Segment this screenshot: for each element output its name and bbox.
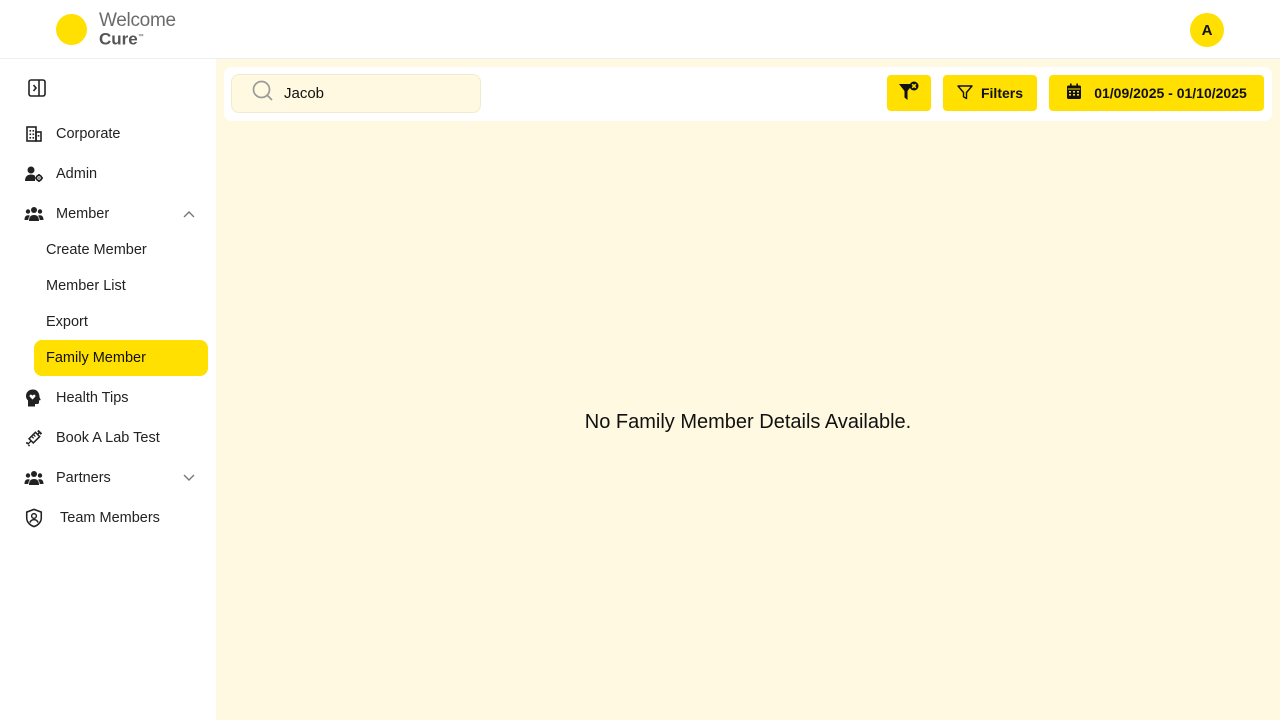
shield-user-icon xyxy=(24,508,44,528)
search-box[interactable] xyxy=(231,74,481,113)
sidebar-item-team-members[interactable]: Team Members xyxy=(24,506,160,530)
user-gear-icon xyxy=(24,164,44,184)
sidebar-item-label: Partners xyxy=(56,470,111,486)
empty-state-message: No Family Member Details Available. xyxy=(584,411,912,433)
date-range-button[interactable]: 01/09/2025 - 01/10/2025 xyxy=(1049,75,1264,111)
brand-trademark: ™ xyxy=(137,34,144,40)
user-avatar[interactable]: A xyxy=(1190,13,1224,47)
toolbar: Filters 01/09/2025 - 01/10/2025 xyxy=(224,67,1272,121)
filters-button[interactable]: Filters xyxy=(943,75,1037,111)
sidebar-subitem-export[interactable]: Export xyxy=(34,304,208,340)
calendar-icon xyxy=(1066,83,1082,103)
search-input[interactable] xyxy=(284,85,464,102)
sidebar: Corporate Admin Member Create Member Mem… xyxy=(0,59,216,720)
filter-clear-icon xyxy=(898,81,920,106)
sidebar-item-partners[interactable]: Partners xyxy=(24,466,196,490)
sidebar-subitem-member-list[interactable]: Member List xyxy=(34,268,208,304)
chevron-up-icon[interactable] xyxy=(182,207,196,221)
chevron-down-icon[interactable] xyxy=(182,471,196,485)
sidebar-subitem-create-member[interactable]: Create Member xyxy=(34,232,208,268)
sidebar-subitem-family-member[interactable]: Family Member xyxy=(34,340,208,376)
sidebar-item-label: Team Members xyxy=(60,510,160,526)
sidebar-toggle-icon[interactable] xyxy=(28,79,46,97)
brand-line1: Welcome xyxy=(99,10,176,31)
sidebar-item-label: Health Tips xyxy=(56,390,129,406)
sidebar-item-member[interactable]: Member xyxy=(24,202,196,226)
syringe-icon xyxy=(24,428,44,448)
brand-line2: Cure xyxy=(99,29,138,49)
main-content: Filters 01/09/2025 - 01/10/2025 No Famil… xyxy=(216,59,1280,720)
sidebar-item-admin[interactable]: Admin xyxy=(24,162,97,186)
filters-label: Filters xyxy=(980,85,1023,101)
users-icon xyxy=(24,204,44,224)
clear-filter-button[interactable] xyxy=(887,75,931,111)
sidebar-item-book-lab-test[interactable]: Book A Lab Test xyxy=(24,426,160,450)
brand-logo[interactable]: Welcome Cure™ xyxy=(56,10,176,49)
filter-icon xyxy=(957,84,973,103)
sidebar-item-label: Book A Lab Test xyxy=(56,430,160,446)
sidebar-item-health-tips[interactable]: Health Tips xyxy=(24,386,129,410)
date-range-label: 01/09/2025 - 01/10/2025 xyxy=(1094,85,1247,101)
sidebar-item-label: Corporate xyxy=(56,126,121,142)
sidebar-item-label: Member xyxy=(56,206,110,222)
sidebar-item-corporate[interactable]: Corporate xyxy=(24,122,120,146)
search-icon xyxy=(252,80,274,107)
logo-mark xyxy=(56,14,87,46)
top-header: Welcome Cure™ A xyxy=(0,0,1280,59)
users-icon xyxy=(24,468,44,488)
building-icon xyxy=(24,124,44,144)
sidebar-item-label: Admin xyxy=(56,166,98,182)
head-heart-icon xyxy=(24,388,44,408)
